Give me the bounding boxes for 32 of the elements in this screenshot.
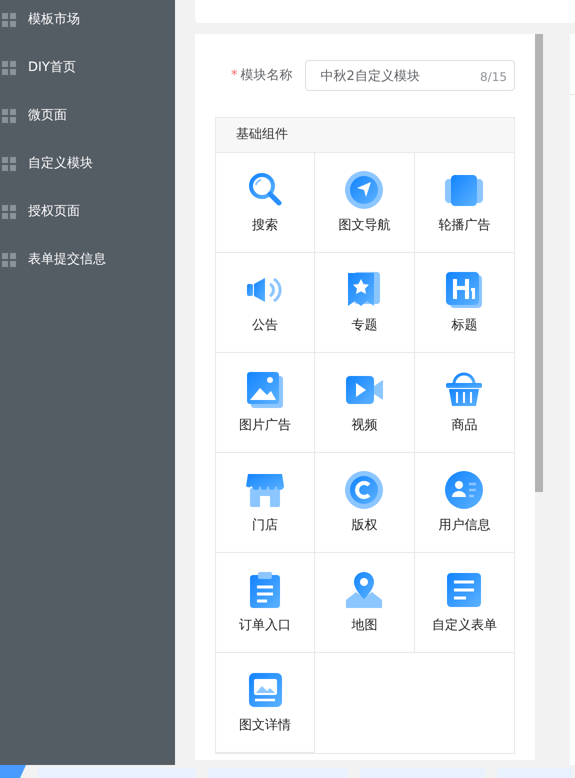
scrollbar-thumb[interactable] <box>535 34 543 492</box>
component-tile[interactable]: 图片广告 <box>216 353 316 453</box>
heading-icon <box>444 270 484 310</box>
component-tile[interactable]: 搜索 <box>216 153 316 253</box>
component-tile[interactable]: 轮播广告 <box>414 153 514 253</box>
grid-icon <box>2 61 16 75</box>
component-tile[interactable]: 标题 <box>414 253 514 353</box>
grid-icon <box>2 205 16 219</box>
component-tile[interactable]: 地图 <box>315 553 415 653</box>
component-tile[interactable]: 商品 <box>414 353 514 453</box>
character-counter: 8/15 <box>480 69 507 86</box>
component-tile[interactable]: 图文导航 <box>315 153 415 253</box>
component-tile[interactable]: 专题 <box>315 253 415 353</box>
user-card-icon <box>444 470 484 510</box>
grid-icon <box>2 13 16 27</box>
component-tile[interactable]: 用户信息 <box>414 453 514 553</box>
component-tile[interactable]: 版权 <box>315 453 415 553</box>
component-tile[interactable]: 图文详情 <box>216 653 316 753</box>
component-tile[interactable]: 订单入口 <box>216 553 316 653</box>
map-pin-icon <box>344 570 384 610</box>
component-panel-title: 基础组件 <box>216 118 514 153</box>
component-tile[interactable]: 门店 <box>216 453 316 553</box>
component-tile[interactable]: 公告 <box>216 253 316 353</box>
component-tile[interactable]: 自定义表单 <box>414 553 514 653</box>
component-tile[interactable]: 视频 <box>315 353 415 453</box>
image-icon <box>245 370 286 410</box>
triangle-icon <box>0 765 26 778</box>
grid-icon <box>2 253 16 267</box>
field-label: * 模块名称 <box>231 66 292 85</box>
grid-icon <box>2 157 16 171</box>
copyright-icon <box>344 470 384 510</box>
grid-icon <box>2 109 16 123</box>
